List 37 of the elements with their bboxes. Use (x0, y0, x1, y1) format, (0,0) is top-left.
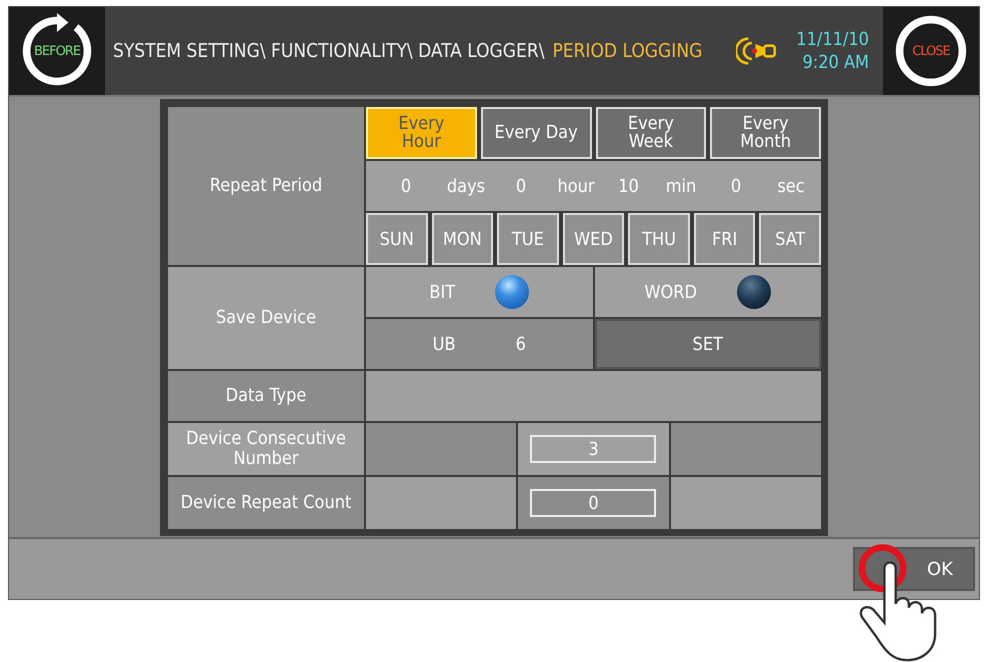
weekday-button[interactable]: THU (628, 213, 690, 265)
option-label: WORD (644, 282, 697, 302)
device-address: 6 (516, 334, 526, 354)
interval-value: 0 (400, 176, 412, 196)
field-label: Device Repeat Count (168, 477, 364, 529)
field-label: Data Type (168, 371, 364, 421)
device-type: UB (432, 334, 456, 354)
field-label: Device Consecutive Number (168, 423, 364, 475)
set-button[interactable]: SET (594, 319, 821, 369)
period-button[interactable]: Every Hour (366, 107, 477, 159)
weekday-button[interactable]: SUN (366, 213, 428, 265)
period-button[interactable]: Every Day (480, 107, 592, 159)
date-display: 11/11/10 (796, 28, 869, 51)
breadcrumb-path: SYSTEM SETTING\ FUNCTIONALITY\ DATA LOGGER\ (113, 40, 544, 62)
period-button[interactable]: Every Week (596, 107, 706, 159)
current-page-title: PERIOD LOGGING (552, 40, 702, 62)
weekday-button[interactable]: FRI (694, 213, 756, 265)
time-display: 9:20 AM (802, 51, 869, 74)
weekday-button[interactable]: SAT (759, 213, 821, 265)
field-label: Save Device (168, 267, 364, 369)
interval-unit: hour (557, 176, 595, 196)
interval-unit: sec (777, 176, 805, 196)
interval-unit: days (446, 176, 486, 196)
weekday-button[interactable]: WED (562, 213, 624, 265)
device-option[interactable]: WORD (594, 267, 821, 317)
field-label: Repeat Period (168, 107, 364, 265)
interval-value: 0 (516, 176, 526, 196)
weekday-button[interactable]: MON (432, 213, 494, 265)
number-field[interactable]: 0 (530, 489, 656, 517)
device-option[interactable]: BIT (366, 267, 592, 317)
interval-value: 10 (618, 176, 639, 196)
number-field[interactable]: 3 (530, 435, 656, 463)
option-label: BIT (429, 282, 456, 302)
interval-unit: min (666, 176, 696, 196)
period-button[interactable]: Every Month (710, 107, 821, 159)
interval-value: 0 (730, 176, 742, 196)
weekday-button[interactable]: TUE (497, 213, 559, 265)
